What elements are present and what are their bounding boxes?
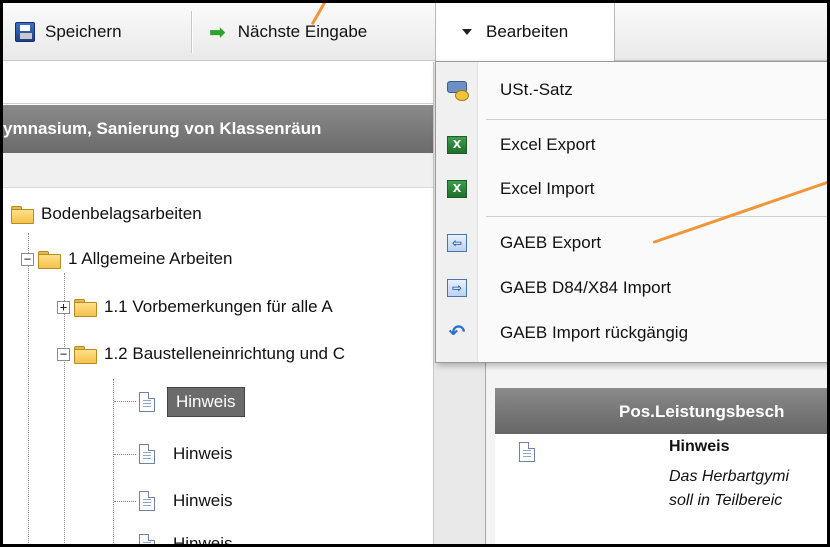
document-icon xyxy=(139,534,155,544)
tree-line xyxy=(114,501,136,502)
left-pane-spacer xyxy=(3,153,433,188)
menu-item-label: Excel Import xyxy=(500,179,595,198)
toolbar-separator xyxy=(191,11,192,53)
tree-node-1-2-baustelleneinrichtung[interactable]: − 1.2 Baustelleneinrichtung und C xyxy=(57,339,345,369)
menu-item-label: GAEB D84/X84 Import xyxy=(500,278,672,297)
collapse-icon[interactable]: − xyxy=(57,347,70,361)
folder-icon xyxy=(74,345,97,364)
table-header: Pos. Leistungsbesch xyxy=(495,388,827,434)
folder-icon xyxy=(38,250,61,269)
arrow-right-icon: ➡ xyxy=(209,21,226,44)
menu-item-excel-export[interactable]: X Excel Export xyxy=(436,125,827,165)
project-header: ymnasium, Sanierung von Klassenräun xyxy=(3,105,433,153)
toolbar: Speichern ➡ Nächste Eingabe Bearbeiten xyxy=(3,3,827,61)
tree-node-label: 1.2 Baustelleneinrichtung und C xyxy=(104,344,345,363)
tree-leaf-hinweis[interactable]: Hinweis xyxy=(139,529,239,547)
next-entry-label: Nächste Eingabe xyxy=(237,22,368,41)
tree-node-label: 1 Allgemeine Arbeiten xyxy=(68,249,233,268)
tree-node-1-allgemeine-arbeiten[interactable]: − 1 Allgemeine Arbeiten xyxy=(21,244,232,274)
app-window: Speichern ➡ Nächste Eingabe Bearbeiten y… xyxy=(0,0,830,547)
edit-menu-button[interactable]: Bearbeiten xyxy=(435,3,615,61)
tree-leaf-label: Hinweis xyxy=(173,534,233,547)
row-text: Das Herbartgymi xyxy=(669,468,790,485)
menu-separator xyxy=(486,216,827,217)
column-header-pos[interactable]: Pos. xyxy=(619,402,655,422)
tree-root-bodenbelagsarbeiten[interactable]: Bodenbelagsarbeiten xyxy=(11,199,202,229)
document-icon xyxy=(139,392,155,412)
tree-line xyxy=(114,454,136,455)
excel-icon: X xyxy=(447,136,467,154)
expand-icon[interactable]: + xyxy=(57,300,70,314)
tree-leaf-label-selected: Hinweis xyxy=(167,387,245,417)
menu-item-label: Excel Export xyxy=(500,135,596,154)
save-button[interactable]: Speichern xyxy=(15,11,122,53)
import-arrow-right-icon: ⇨ xyxy=(447,279,467,297)
menu-item-ust-satz[interactable]: USt.-Satz xyxy=(436,70,827,110)
folder-icon xyxy=(74,298,97,317)
excel-icon: X xyxy=(447,180,467,198)
next-entry-button[interactable]: ➡ Nächste Eingabe xyxy=(209,11,367,53)
tree-leaf-hinweis[interactable]: Hinweis xyxy=(139,439,239,469)
save-label: Speichern xyxy=(45,22,122,41)
document-icon xyxy=(139,444,155,464)
floppy-disk-icon xyxy=(15,22,35,42)
row-title: Hinweis xyxy=(669,438,730,455)
tax-rate-icon xyxy=(445,79,469,101)
menu-item-label: USt.-Satz xyxy=(500,80,573,99)
menu-item-gaeb-export[interactable]: ⇦ GAEB Export xyxy=(436,223,827,263)
chevron-down-icon xyxy=(462,29,472,35)
table-row[interactable]: Hinweis Das Herbartgymi soll in Teilbere… xyxy=(495,434,827,544)
tree-leaf-hinweis[interactable]: Hinweis xyxy=(139,486,239,516)
tree-leaf-label: Hinweis xyxy=(173,491,233,510)
tree-leaf-label: Hinweis xyxy=(173,444,233,463)
document-icon xyxy=(139,491,155,511)
menu-item-label: GAEB Import rückgängig xyxy=(500,323,689,342)
tree-line xyxy=(113,379,114,544)
tree-line xyxy=(114,545,136,546)
menu-item-gaeb-import[interactable]: ⇨ GAEB D84/X84 Import xyxy=(436,268,827,308)
table-body: Hinweis Das Herbartgymi soll in Teilbere… xyxy=(495,434,827,544)
edit-dropdown-menu: USt.-Satz X Excel Export X Excel Import … xyxy=(435,61,827,363)
export-arrow-left-icon: ⇦ xyxy=(447,234,467,252)
tree-view: Bodenbelagsarbeiten − 1 Allgemeine Arbei… xyxy=(3,189,433,547)
undo-icon: ↶ xyxy=(448,322,466,344)
tree-node-label: Bodenbelagsarbeiten xyxy=(41,204,202,223)
tree-line xyxy=(28,233,29,544)
open-folder-icon xyxy=(11,205,34,224)
project-title: ymnasium, Sanierung von Klassenräun xyxy=(3,119,322,138)
left-pane-top xyxy=(3,62,433,104)
collapse-icon[interactable]: − xyxy=(21,252,34,266)
tree-leaf-hinweis[interactable]: Hinweis xyxy=(139,387,245,417)
edit-menu-label: Bearbeiten xyxy=(486,22,569,41)
menu-item-gaeb-undo[interactable]: ↶ GAEB Import rückgängig xyxy=(436,313,827,353)
menu-separator xyxy=(486,119,827,120)
menu-item-label: GAEB Export xyxy=(500,233,602,252)
tree-node-label: 1.1 Vorbemerkungen für alle A xyxy=(104,297,333,316)
tree-line xyxy=(114,401,136,402)
column-header-description[interactable]: Leistungsbesch xyxy=(655,402,784,422)
row-text: soll in Teilbereic xyxy=(669,492,783,509)
tree-node-1-1-vorbemerkungen[interactable]: + 1.1 Vorbemerkungen für alle A xyxy=(57,292,333,322)
document-icon xyxy=(519,442,535,462)
